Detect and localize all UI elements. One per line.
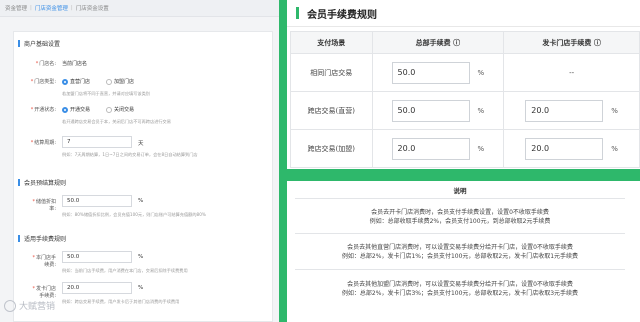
percent-unit: % (477, 106, 485, 115)
divider (295, 269, 625, 270)
store-type-hint: 若加盟门店将不同于直营，并请对应填写该类别 (62, 91, 150, 96)
explanation-line: 会员去其他直营门店消费时，可以设置交易手续费分给开卡门店，设置0不收取手续费 (347, 244, 573, 251)
fee-rules-title: 会员手续费规则 (307, 9, 377, 21)
section-title: 商户基础设置 (24, 41, 61, 48)
fee-rules-header: 适用手续费规则 (14, 233, 272, 244)
store-type-franchise-radio[interactable]: 加盟门店 (106, 78, 134, 85)
fee-rules-card: 会员手续费规则 支付场景 总部手续费 ⓘ 发卡门店手续费 ⓘ 相同门店交易 50… (287, 0, 640, 169)
settle-days-label: *结算周期: (30, 140, 56, 146)
card-fee-input[interactable]: 20.0 (525, 99, 604, 122)
explanation-block: 会员去其他直营门店消费时，可以设置交易手续费分给开卡门店，设置0不收取手续费 例… (295, 243, 625, 261)
cross-store-open-radio[interactable]: 开通交易 (62, 106, 90, 113)
section-accent (18, 40, 20, 47)
watermark-logo-icon (4, 299, 16, 312)
card-store-fee-input[interactable]: 20.0 (62, 282, 132, 294)
scene-cell: 跨店交易(加盟) (290, 129, 373, 168)
hq-fee-cell: 20.0% (371, 129, 505, 168)
settings-form-panel: 资金管理 | 门店资金管理 | 门店资金设置 商户基础设置 *门店名: 当前门店… (0, 0, 279, 322)
explanation-title: 说明 (295, 181, 625, 199)
section-title: 会员预结算规则 (24, 180, 67, 187)
explanation-line: 例如：总部2%，发卡门店1%；会员支付100元，总部收取2元，发卡门店收取1元手… (341, 253, 579, 260)
table-row: 跨店交易(加盟) 20.0% 20.0% (290, 129, 640, 168)
store-type-label: *门店类型: (30, 79, 56, 85)
store-name-value: 当前门店名 (62, 61, 88, 67)
fee-rules-title-bar: 会员手续费规则 (287, 0, 640, 27)
explanation-block: 会员去其他加盟门店消费时，可以设置交易手续费分给开卡门店，设置0不收取手续费 例… (295, 280, 625, 298)
col-hq-fee: 总部手续费 ⓘ (371, 31, 505, 54)
watermark: 大赋营销 (4, 299, 55, 312)
cross-store-close-radio[interactable]: 关闭交易 (106, 106, 134, 113)
breadcrumb-item-current: 门店资金设置 (75, 6, 109, 12)
ratio-unit: % (138, 198, 144, 204)
hq-fee-cell: 50.0% (371, 53, 505, 92)
watermark-text: 大赋营销 (19, 302, 56, 312)
table-row: 跨店交易(直营) 50.0% 20.0% (290, 91, 640, 130)
explanation-block: 会员去开卡门店消费时，会员支付手续费设置，设置0不收取手续费 例如：总部收取手续… (295, 208, 625, 226)
scene-cell: 跨店交易(直营) (290, 91, 373, 130)
card-fee-cell: -- (503, 53, 640, 92)
same-store-fee-unit: % (138, 254, 144, 260)
form-card: 商户基础设置 *门店名: 当前门店名 *门店类型: 直营门店 加盟门店 若加盟门… (13, 31, 273, 322)
store-name-label: *门店名: (35, 61, 56, 67)
percent-unit: % (611, 106, 618, 115)
percent-unit: % (611, 144, 618, 153)
col-scene: 支付场景 (290, 31, 373, 54)
divider (295, 233, 625, 234)
explanation-line: 例如：总部收取手续费2%，会员支付100元，到总部收取2元手续费 (369, 218, 551, 225)
card-store-fee-label: *发卡门店手续费: (32, 286, 56, 299)
ratio-label: *储值折扣率: (32, 199, 56, 212)
card-store-fee-hint: 例如：跨店交易手续费，用户发卡后于其他门店消费的手续费用 (62, 299, 180, 304)
breadcrumb-item-funds[interactable]: 资金管理 (5, 4, 27, 12)
settle-days-unit: 天 (138, 141, 144, 147)
same-store-fee-hint: 例如：当前门店手续费，用户消费在本门店，交易后扣除手续费费用 (62, 268, 188, 273)
ratio-input[interactable]: 50.0 (62, 195, 132, 207)
explanation-line: 会员去其他加盟门店消费时，可以设置交易手续费分给开卡门店，设置0不收取手续费 (347, 281, 573, 288)
fee-rules-frame: 会员手续费规则 支付场景 总部手续费 ⓘ 发卡门店手续费 ⓘ 相同门店交易 50… (279, 0, 640, 322)
explanation-card: 说明 会员去开卡门店消费时，会员支付手续费设置，设置0不收取手续费 例如：总部收… (287, 181, 640, 322)
section-accent (18, 235, 20, 242)
scene-cell: 相同门店交易 (290, 53, 373, 92)
explanation-line: 例如：总部2%，发卡门店3%；会员支付100元，总部收取2元，发卡门店收取3元手… (341, 290, 579, 297)
prepaid-rules-header: 会员预结算规则 (14, 177, 272, 188)
hq-fee-cell: 50.0% (371, 91, 505, 130)
table-row: 相同门店交易 50.0% -- (290, 53, 640, 92)
hq-fee-input[interactable]: 20.0 (391, 137, 470, 160)
same-store-fee-input[interactable]: 50.0 (62, 251, 132, 263)
breadcrumb-item-store-funds[interactable]: 门店资金管理 (35, 4, 68, 12)
settle-days-hint: 例如：7天周期结算，1日~7日之间的交易订单，会在8日自动结算到门店 (62, 152, 198, 157)
section-title: 适用手续费规则 (24, 236, 67, 243)
breadcrumb-separator: | (30, 5, 32, 11)
percent-unit: % (477, 68, 485, 77)
card-store-fee-unit: % (138, 285, 144, 291)
breadcrumb-separator: | (70, 5, 73, 11)
percent-unit: % (477, 144, 485, 153)
title-accent (296, 7, 299, 19)
fee-table-header: 支付场景 总部手续费 ⓘ 发卡门店手续费 ⓘ (290, 31, 640, 54)
col-card-store-fee: 发卡门店手续费 ⓘ (503, 31, 640, 54)
section-accent (18, 179, 20, 186)
fee-table: 支付场景 总部手续费 ⓘ 发卡门店手续费 ⓘ 相同门店交易 50.0% -- 跨… (290, 31, 640, 168)
card-fee-input[interactable]: 20.0 (525, 137, 604, 160)
hq-fee-input[interactable]: 50.0 (391, 61, 470, 84)
cross-store-label: *开通状态: (30, 107, 56, 113)
card-fee-cell: 20.0% (503, 129, 640, 168)
merchant-settings-header: 商户基础设置 (14, 38, 272, 49)
same-store-fee-label: *本门店手续费: (32, 255, 56, 268)
store-type-direct-radio[interactable]: 直营门店 (62, 78, 90, 85)
card-fee-cell: 20.0% (503, 91, 640, 130)
settle-days-input[interactable]: 7 (62, 136, 132, 148)
breadcrumb: 资金管理 | 门店资金管理 | 门店资金设置 (0, 0, 279, 17)
ratio-hint: 例如：80%储值折扣比例，会员充值100元，则门店账户可结算充值额的80% (62, 212, 206, 217)
cross-store-hint: 若开通跨店交易会员于本，关闭后门店不可再跨店进行交易 (62, 119, 171, 124)
hq-fee-input[interactable]: 50.0 (391, 99, 470, 122)
explanation-line: 会员去开卡门店消费时，会员支付手续费设置，设置0不收取手续费 (371, 209, 549, 216)
